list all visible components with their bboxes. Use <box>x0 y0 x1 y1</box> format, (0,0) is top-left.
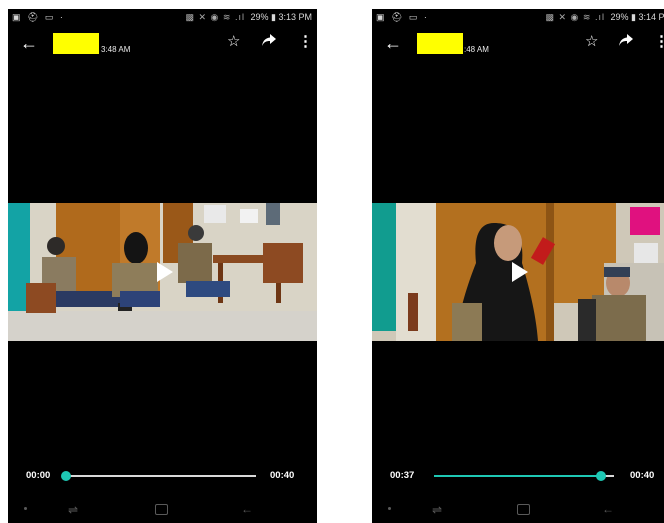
app-bar: ← 3:48 AM ☆ ⋮ <box>8 29 317 61</box>
video-frame[interactable] <box>8 203 317 341</box>
seek-thumb[interactable] <box>595 471 606 481</box>
redacted-sender-name <box>53 33 99 54</box>
seek-bar[interactable] <box>61 471 256 481</box>
elapsed-time: 00:37 <box>390 470 415 481</box>
star-icon[interactable]: ☆ <box>585 32 598 50</box>
elapsed-time: 00:00 <box>26 470 51 481</box>
notification-icons: ▣ ⛑ ▭ · <box>12 12 65 22</box>
home-icon[interactable] <box>155 504 168 515</box>
message-timestamp: 3:48 AM <box>101 45 131 54</box>
message-timestamp: :48 AM <box>464 45 489 54</box>
battery-percent: 29% <box>250 12 269 22</box>
total-duration: 00:40 <box>630 470 655 481</box>
recents-icon[interactable]: ⇌ <box>68 503 78 517</box>
back-arrow-icon[interactable]: ← <box>384 34 402 52</box>
battery-percent: 29% <box>610 12 629 22</box>
status-right: ▩ ✕ ◉ ≋ .ıl 29% ▮ 3:13 PM <box>186 12 313 23</box>
nav-dot-icon <box>388 507 391 510</box>
notification-icons: ▣ ⛑ ▭ · <box>376 12 429 22</box>
signal-icons: ▩ ✕ ◉ ≋ .ıl <box>545 12 605 22</box>
status-bar: ▣ ⛑ ▭ · ▩ ✕ ◉ ≋ .ıl 29% ▮ 3:14 PM <box>372 9 664 25</box>
system-nav-bar: ⇌ ← <box>8 502 317 523</box>
status-right: ▩ ✕ ◉ ≋ .ıl 29% ▮ 3:14 PM <box>546 12 664 23</box>
playback-controls: 00:00 00:40 <box>8 466 317 486</box>
battery-icon: ▮ <box>631 12 636 22</box>
star-icon[interactable]: ☆ <box>227 32 240 50</box>
recents-icon[interactable]: ⇌ <box>432 503 442 517</box>
redacted-sender-name <box>417 33 463 54</box>
status-bar: ▣ ⛑ ▭ · ▩ ✕ ◉ ≋ .ıl 29% ▮ 3:13 PM <box>8 9 317 25</box>
share-icon[interactable] <box>261 33 277 47</box>
seek-bar-progress <box>434 475 601 477</box>
nav-dot-icon <box>24 507 27 510</box>
overflow-menu-icon[interactable]: ⋮ <box>298 32 313 50</box>
back-arrow-icon[interactable]: ← <box>20 34 38 52</box>
total-duration: 00:40 <box>270 470 295 481</box>
phone-screen-left: ▣ ⛑ ▭ · ▩ ✕ ◉ ≋ .ıl 29% ▮ 3:13 PM ← 3:48… <box>8 9 317 523</box>
share-icon[interactable] <box>618 33 634 47</box>
overflow-menu-icon[interactable]: ⋮ <box>654 32 664 50</box>
play-icon[interactable] <box>156 262 173 282</box>
video-frame[interactable] <box>372 203 664 341</box>
nav-back-icon[interactable]: ← <box>241 502 253 516</box>
seek-thumb[interactable] <box>61 471 71 481</box>
status-time: 3:14 PM <box>638 12 664 22</box>
system-nav-bar: ⇌ ← <box>372 502 664 523</box>
app-bar: ← :48 AM ☆ ⋮ <box>372 29 664 61</box>
phone-screen-right: ▣ ⛑ ▭ · ▩ ✕ ◉ ≋ .ıl 29% ▮ 3:14 PM ← :48 … <box>372 9 664 523</box>
signal-icons: ▩ ✕ ◉ ≋ .ıl <box>185 12 245 22</box>
nav-back-icon[interactable]: ← <box>602 502 614 516</box>
home-icon[interactable] <box>517 504 530 515</box>
playback-controls: 00:37 00:40 <box>372 466 664 486</box>
play-icon[interactable] <box>512 262 528 282</box>
battery-icon: ▮ <box>271 12 276 22</box>
status-time: 3:13 PM <box>278 12 312 22</box>
seek-bar[interactable] <box>434 471 614 481</box>
